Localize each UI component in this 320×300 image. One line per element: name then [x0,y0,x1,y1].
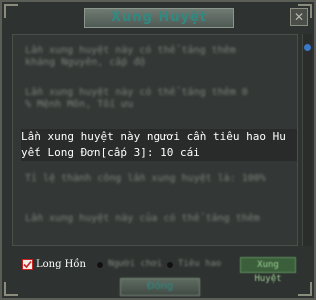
xung-huyet-dialog: Xung Huyệt ✕ Lần xung huyệt này có thể t… [0,0,316,300]
frame-corner-bottom-left [4,282,18,296]
info-line: Tỉ lệ thành công lần xung huyệt là: 100% [25,173,266,184]
radio-option-2[interactable] [166,261,174,269]
radio-option-2-label: Tiêu hao [178,259,222,269]
info-line: Lần xung huyệt này có thể tăng thêm 0 [25,87,248,98]
info-panel: Lần xung huyệt này có thể tăng thêm khán… [12,34,298,246]
close-dialog-button[interactable]: Đóng [120,278,200,296]
options-row: Long Hồn Người chơi Tiêu hao Xung Huyệt [16,257,306,284]
info-line: % Mệnh Môn, Tối ưu [25,99,134,110]
scroll-thumb[interactable] [304,44,311,51]
close-button[interactable]: ✕ [290,8,308,26]
frame-corner-top-left [4,4,18,18]
xung-huyet-button[interactable]: Xung Huyệt [240,257,296,284]
checkmark-icon [23,260,32,269]
radio-option-1-label: Người chơi [108,259,163,269]
info-line: kháng Nguyên, cấp độ [25,57,146,68]
radio-option-1[interactable] [96,261,104,269]
cost-message: Lần xung huyệt này ngươi cần tiêu hao Hu… [21,129,297,161]
content-scrollbar[interactable] [302,34,312,246]
dialog-title: Xung Huyệt [84,8,234,28]
frame-corner-bottom-right [298,282,312,296]
info-line: Lần xung huyệt này của có thể tăng thêm [25,213,260,224]
long-hon-checkbox[interactable] [22,259,33,270]
long-hon-label: Long Hồn [36,259,86,270]
info-line: Lần xung huyệt này có thể tăng thêm [25,45,236,56]
